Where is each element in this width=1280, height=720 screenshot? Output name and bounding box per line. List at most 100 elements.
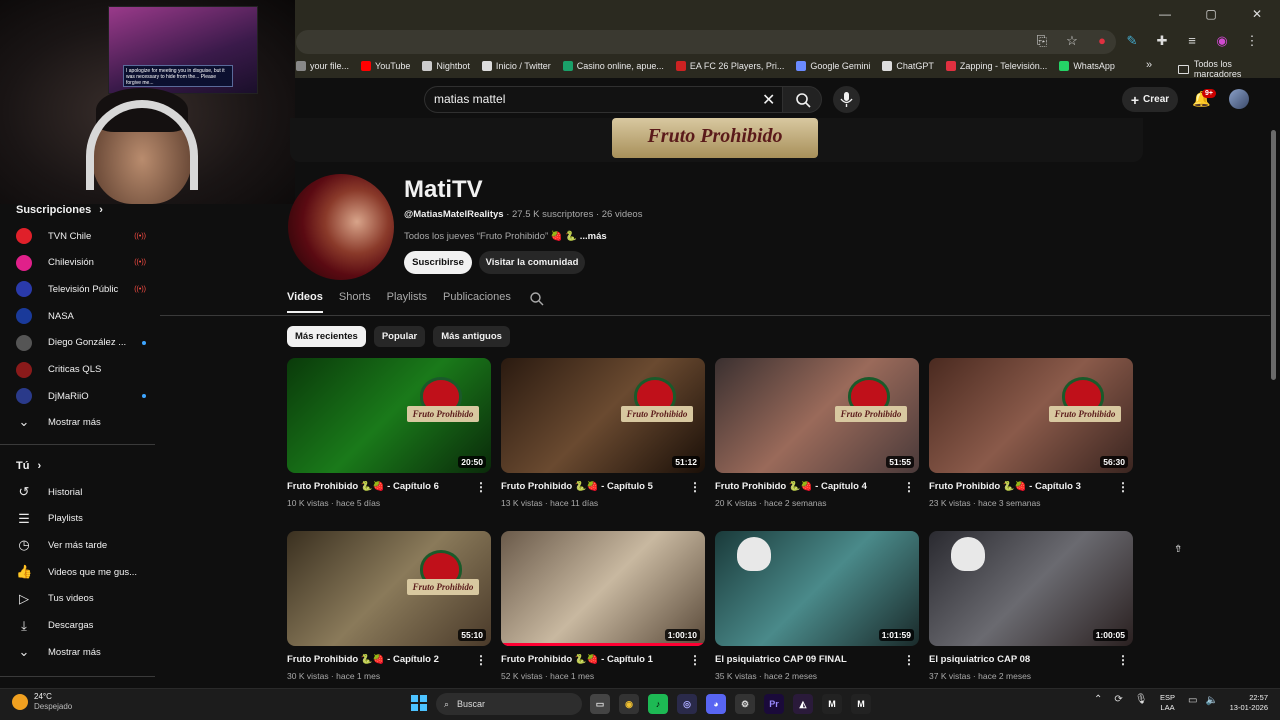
bookmark-item[interactable]: Google Gemini — [796, 58, 870, 74]
channel-search-icon[interactable] — [529, 291, 545, 310]
spotify-app-icon[interactable]: ♪ — [648, 694, 668, 714]
maximize-button[interactable]: ▢ — [1188, 0, 1234, 28]
chip-latest[interactable]: Más recientes — [287, 326, 366, 347]
tab-posts[interactable]: Publicaciones — [443, 291, 511, 313]
profile-icon[interactable]: ◉ — [1214, 33, 1230, 49]
files-app-icon[interactable]: ▭ — [590, 694, 610, 714]
extensions-icon[interactable]: ✚ — [1154, 33, 1170, 49]
video-card[interactable]: 1:00:05 El psiquiatrico CAP 08 37 K vistas… — [929, 531, 1133, 681]
video-thumbnail[interactable]: Fruto Prohibido 55:10 — [287, 531, 491, 646]
all-bookmarks-button[interactable]: Todos los marcadores — [1178, 59, 1280, 79]
video-thumbnail[interactable]: 1:01:59 — [715, 531, 919, 646]
video-title[interactable]: Fruto Prohibido 🐍🍓 - Capítulo 6 — [287, 481, 467, 492]
bookmarks-more-button[interactable]: » — [1146, 59, 1152, 71]
app-6-icon[interactable]: ⚙ — [735, 694, 755, 714]
app-10-icon[interactable]: M — [851, 694, 871, 714]
video-card[interactable]: Fruto Prohibido 55:10 Fruto Prohibido 🐍🍓 -… — [287, 531, 491, 681]
chrome-app-icon[interactable]: ◉ — [619, 694, 639, 714]
video-thumbnail[interactable]: 1:00:10 — [501, 531, 705, 646]
sidebar-subscription[interactable]: DjMaRiiO — [16, 384, 146, 408]
tab-playlists[interactable]: Playlists — [387, 291, 427, 313]
sidebar-item-like[interactable]: 👍 Videos que me gus... — [16, 560, 146, 584]
cast-icon[interactable]: ⎘ — [1034, 33, 1050, 49]
language-indicator[interactable]: ESP LAA — [1160, 693, 1175, 713]
video-title[interactable]: El psiquiatrico CAP 09 FINAL — [715, 654, 895, 665]
tab-videos[interactable]: Videos — [287, 291, 323, 313]
sidebar-subscription[interactable]: Diego González ... — [16, 331, 146, 355]
app-4-icon[interactable]: ◎ — [677, 694, 697, 714]
subscribe-button[interactable]: Suscribirse — [404, 251, 472, 274]
sidebar-item-your-videos[interactable]: ▷ Tus videos — [16, 587, 146, 611]
subs-show-more[interactable]: ⌄ Mostrar más — [16, 410, 146, 434]
sidebar-subscription[interactable]: Criticas QLS — [16, 358, 146, 382]
more-options-icon[interactable]: ⋮ — [1117, 480, 1129, 494]
video-card[interactable]: Fruto Prohibido 20:50 Fruto Prohibido 🐍🍓 -… — [287, 358, 491, 508]
video-card[interactable]: 1:00:10 Fruto Prohibido 🐍🍓 - Capítulo 1 52… — [501, 531, 705, 681]
channel-description[interactable]: Todos los jueves “Fruto Prohibido” 🍓 🐍 .… — [404, 231, 607, 242]
video-thumbnail[interactable]: Fruto Prohibido 56:30 — [929, 358, 1133, 473]
bookmark-item[interactable]: Zapping - Televisión... — [945, 58, 1047, 74]
sync-icon[interactable]: ⟳ — [1114, 694, 1122, 705]
extension-red-icon[interactable]: ● — [1094, 33, 1110, 49]
chip-popular[interactable]: Popular — [373, 326, 426, 347]
app-9-icon[interactable]: M — [822, 694, 842, 714]
sidebar-subscription[interactable]: NASA — [16, 304, 146, 328]
you-heading[interactable]: Tú › — [16, 460, 41, 472]
media-icon[interactable]: ≡ — [1184, 33, 1200, 49]
video-title[interactable]: Fruto Prohibido 🐍🍓 - Capítulo 4 — [715, 481, 895, 492]
bookmark-item[interactable]: Casino online, apue... — [562, 58, 664, 74]
more-options-icon[interactable]: ⋮ — [689, 653, 701, 667]
video-title[interactable]: Fruto Prohibido 🐍🍓 - Capítulo 1 — [501, 654, 681, 665]
video-thumbnail[interactable]: Fruto Prohibido 51:55 — [715, 358, 919, 473]
chip-oldest[interactable]: Más antiguos — [433, 326, 510, 347]
community-button[interactable]: Visitar la comunidad — [479, 251, 585, 274]
volume-icon[interactable]: 🔈 — [1205, 695, 1217, 706]
more-options-icon[interactable]: ⋮ — [1117, 653, 1129, 667]
premiere-app-icon[interactable]: Pr — [764, 694, 784, 714]
bookmark-item[interactable]: WhatsApp — [1059, 58, 1115, 74]
address-bar[interactable] — [296, 30, 1116, 54]
bookmark-item[interactable]: EA FC 26 Players, Pri... — [675, 58, 784, 74]
voice-search-button[interactable] — [833, 86, 860, 113]
weather-widget[interactable]: 24°C Despejado — [12, 692, 72, 712]
more-options-icon[interactable]: ⋮ — [689, 480, 701, 494]
app-8-icon[interactable]: ◭ — [793, 694, 813, 714]
more-options-icon[interactable]: ⋮ — [475, 480, 487, 494]
video-card[interactable]: Fruto Prohibido 56:30 Fruto Prohibido 🐍🍓 -… — [929, 358, 1133, 508]
sidebar-item-playlists[interactable]: ☰ Playlists — [16, 507, 146, 531]
account-avatar[interactable] — [1229, 89, 1249, 109]
close-button[interactable]: ✕ — [1234, 0, 1280, 28]
more-options-icon[interactable]: ⋮ — [475, 653, 487, 667]
video-title[interactable]: Fruto Prohibido 🐍🍓 - Capítulo 5 — [501, 481, 681, 492]
scrollbar[interactable] — [1271, 130, 1276, 380]
more-options-icon[interactable]: ⋮ — [903, 653, 915, 667]
sidebar-subscription[interactable]: Televisión Pública ((•)) — [16, 277, 146, 301]
chevron-up-icon[interactable]: ⌃ — [1094, 694, 1102, 705]
more-options-icon[interactable]: ⋮ — [903, 480, 915, 494]
subscriptions-heading[interactable]: Suscripciones › — [16, 204, 103, 216]
video-title[interactable]: Fruto Prohibido 🐍🍓 - Capítulo 3 — [929, 481, 1109, 492]
bookmark-item[interactable]: Inicio / Twitter — [481, 58, 551, 74]
sidebar-item-download[interactable]: ⤓ Descargas — [16, 614, 146, 638]
video-thumbnail[interactable]: Fruto Prohibido 20:50 — [287, 358, 491, 473]
video-thumbnail[interactable]: Fruto Prohibido 51:12 — [501, 358, 705, 473]
sidebar-subscription[interactable]: TVN Chile ((•)) — [16, 224, 146, 248]
minimize-button[interactable]: — — [1142, 0, 1188, 28]
create-button[interactable]: + Crear — [1122, 87, 1178, 112]
extension-translate-icon[interactable]: ✎ — [1124, 33, 1140, 49]
mic-tray-icon[interactable]: 🎙 — [1135, 694, 1148, 705]
discord-app-icon[interactable]: ◕ — [706, 694, 726, 714]
start-button[interactable] — [411, 695, 427, 711]
video-title[interactable]: Fruto Prohibido 🐍🍓 - Capítulo 2 — [287, 654, 467, 665]
bookmark-star-icon[interactable]: ☆ — [1064, 33, 1080, 49]
sidebar-subscription[interactable]: Chilevisión ((•)) — [16, 251, 146, 275]
description-more[interactable]: ...más — [580, 231, 607, 242]
bookmark-item[interactable]: YouTube — [361, 58, 410, 74]
video-card[interactable]: Fruto Prohibido 51:55 Fruto Prohibido 🐍🍓 -… — [715, 358, 919, 508]
video-card[interactable]: 1:01:59 El psiquiatrico CAP 09 FINAL 35 K … — [715, 531, 919, 681]
you-show-more[interactable]: ⌄ Mostrar más — [16, 640, 146, 664]
video-title[interactable]: El psiquiatrico CAP 08 — [929, 654, 1109, 665]
sidebar-item-watch-later[interactable]: ◷ Ver más tarde — [16, 533, 146, 557]
sidebar-item-history[interactable]: ↺ Historial — [16, 480, 146, 504]
taskbar-search[interactable]: ⌕ Buscar — [436, 693, 582, 715]
